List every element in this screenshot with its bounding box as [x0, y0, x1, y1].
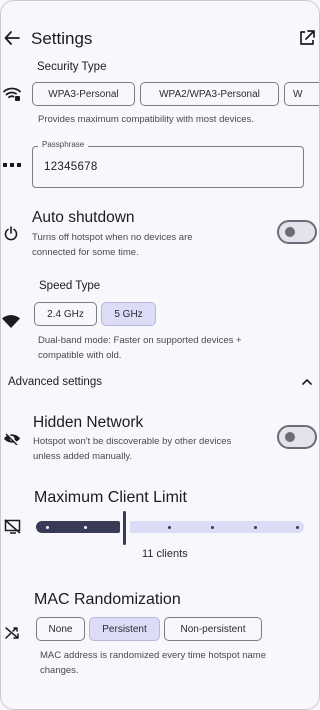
security-type-label: Security Type [37, 61, 107, 73]
eye-off-icon [3, 432, 21, 445]
mac-randomization-title: MAC Randomization [34, 591, 181, 608]
password-dots-icon [3, 162, 21, 168]
auto-shutdown-description-1: Turns off hotspot when no devices are [32, 232, 193, 243]
speed-option-5ghz[interactable]: 5 GHz [101, 302, 156, 326]
speed-option-2-4ghz[interactable]: 2.4 GHz [34, 302, 97, 326]
auto-shutdown-switch[interactable] [277, 220, 317, 244]
slider-track-inactive[interactable] [130, 521, 304, 533]
security-option-wpa3[interactable]: WPA3-Personal [32, 82, 135, 106]
slider-handle[interactable] [123, 511, 126, 545]
advanced-settings-label[interactable]: Advanced settings [8, 376, 102, 388]
security-option-partial[interactable]: W [284, 82, 320, 106]
security-option-wpa2-wpa3[interactable]: WPA2/WPA3-Personal [140, 82, 279, 106]
hidden-network-description-2: unless added manually. [33, 451, 133, 462]
security-description: Provides maximum compatibility with most… [38, 114, 254, 125]
wifi-lock-icon [3, 86, 21, 102]
mac-description-2: changes. [40, 665, 79, 676]
passphrase-label: Passphrase [38, 140, 89, 149]
switch-knob [285, 227, 295, 237]
mac-description-1: MAC address is randomized every time hot… [40, 650, 266, 661]
client-limit-value: 11 clients [142, 548, 188, 560]
mac-option-none[interactable]: None [36, 617, 85, 641]
power-icon [4, 226, 18, 241]
chevron-up-icon[interactable] [302, 378, 312, 385]
hidden-network-title: Hidden Network [33, 414, 144, 431]
slider-tick [211, 526, 214, 529]
back-arrow-icon[interactable] [4, 29, 20, 47]
speed-description-1: Dual-band mode: Faster on supported devi… [38, 335, 242, 346]
slider-tick [168, 526, 171, 529]
hidden-network-switch[interactable] [277, 425, 317, 449]
passphrase-value[interactable]: 12345678 [44, 161, 98, 173]
slider-tick [46, 526, 49, 529]
mac-option-non-persistent[interactable]: Non-persistent [164, 617, 262, 641]
speed-type-label: Speed Type [39, 280, 101, 292]
switch-knob [285, 432, 295, 442]
hidden-network-description-1: Hotspot won't be discoverable by other d… [33, 436, 232, 447]
slider-tick [296, 526, 299, 529]
slider-tick [254, 526, 257, 529]
open-in-new-icon[interactable] [298, 29, 316, 47]
auto-shutdown-title: Auto shutdown [32, 209, 135, 226]
device-off-icon [4, 519, 22, 534]
page-title: Settings [31, 29, 93, 48]
shuffle-icon [5, 627, 19, 639]
mac-option-persistent[interactable]: Persistent [89, 617, 160, 641]
client-limit-title: Maximum Client Limit [34, 489, 187, 506]
slider-tick [84, 526, 87, 529]
speed-description-2: compatible with old. [38, 350, 122, 361]
auto-shutdown-description-2: connected for some time. [32, 247, 139, 258]
wifi-icon [2, 315, 20, 328]
